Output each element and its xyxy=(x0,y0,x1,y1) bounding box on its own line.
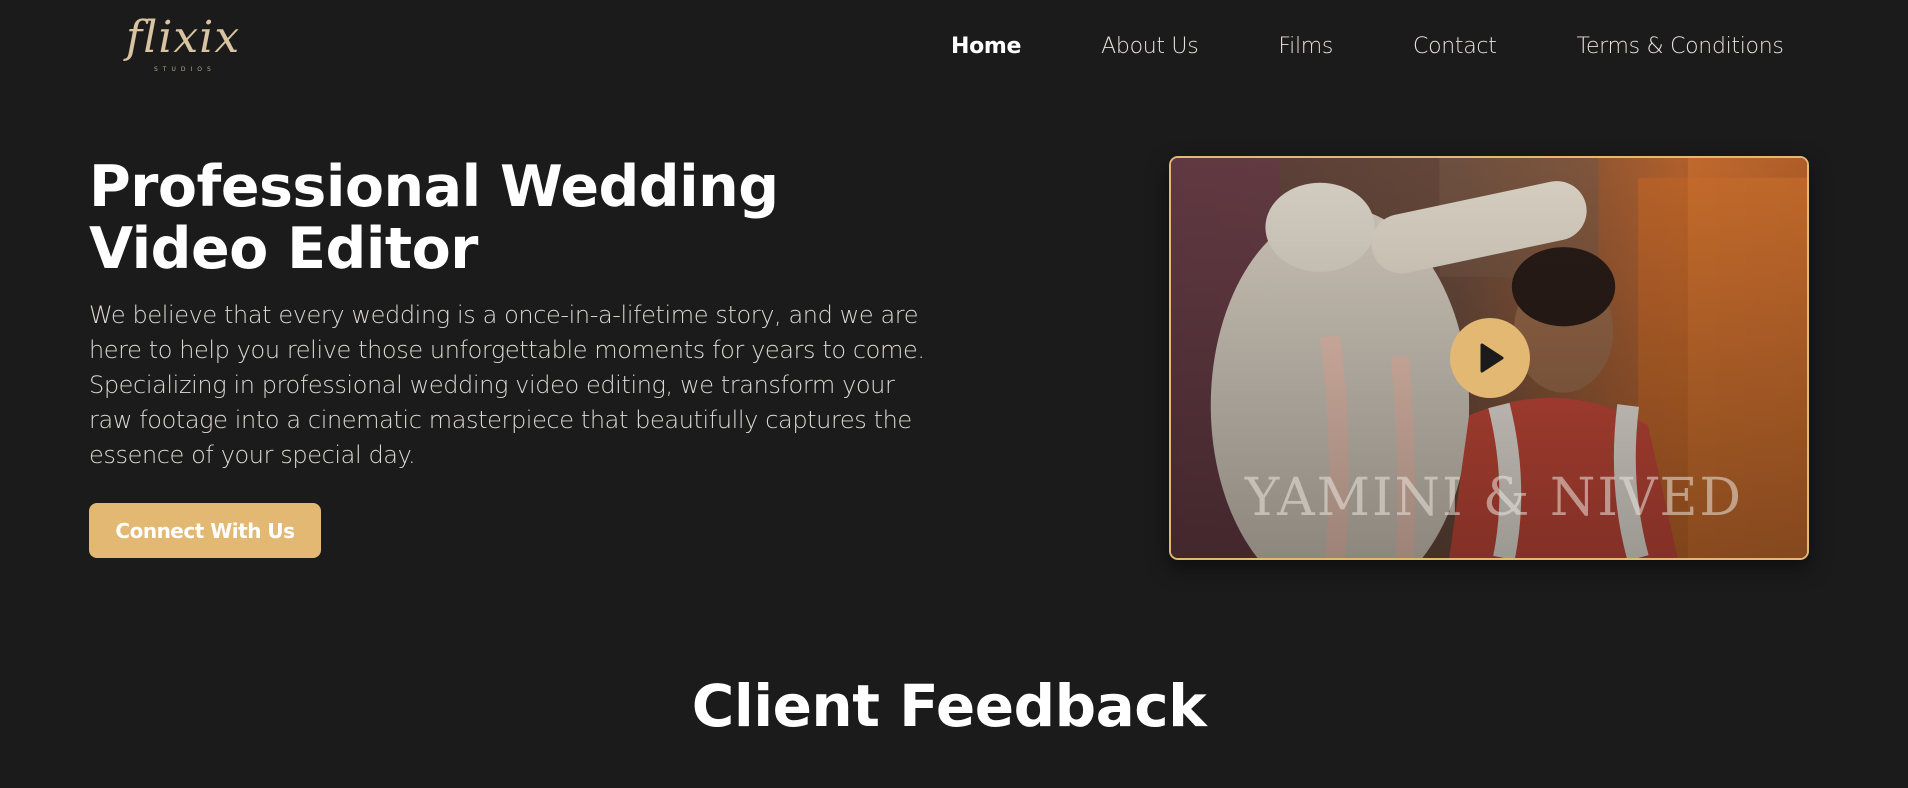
nav-about-us[interactable]: About Us xyxy=(1101,34,1199,59)
nav-home[interactable]: Home xyxy=(951,34,1021,59)
video-caption: YAMINI & NIVED xyxy=(1244,468,1744,528)
brand-logo[interactable]: flixix STUDIOS xyxy=(126,8,239,84)
nav-films[interactable]: Films xyxy=(1278,34,1333,59)
video-player[interactable]: YAMINI & NIVED xyxy=(1169,156,1809,560)
logo-wordmark: flixix xyxy=(126,12,241,63)
hero-title: Professional Wedding Video Editor xyxy=(89,154,779,282)
nav-terms[interactable]: Terms & Conditions xyxy=(1577,34,1784,59)
main-nav: Home About Us Films Contact Terms & Cond… xyxy=(951,30,1784,62)
logo-subtext: STUDIOS xyxy=(154,66,216,73)
client-feedback-title: Client Feedback xyxy=(691,672,1207,740)
nav-contact[interactable]: Contact xyxy=(1413,34,1497,59)
hero-description: We believe that every wedding is a once-… xyxy=(89,301,925,469)
play-button[interactable] xyxy=(1450,318,1530,398)
play-icon xyxy=(1480,343,1504,373)
page: flixix STUDIOS Home About Us Films Conta… xyxy=(0,0,1908,788)
connect-button[interactable]: Connect With Us xyxy=(89,503,321,558)
